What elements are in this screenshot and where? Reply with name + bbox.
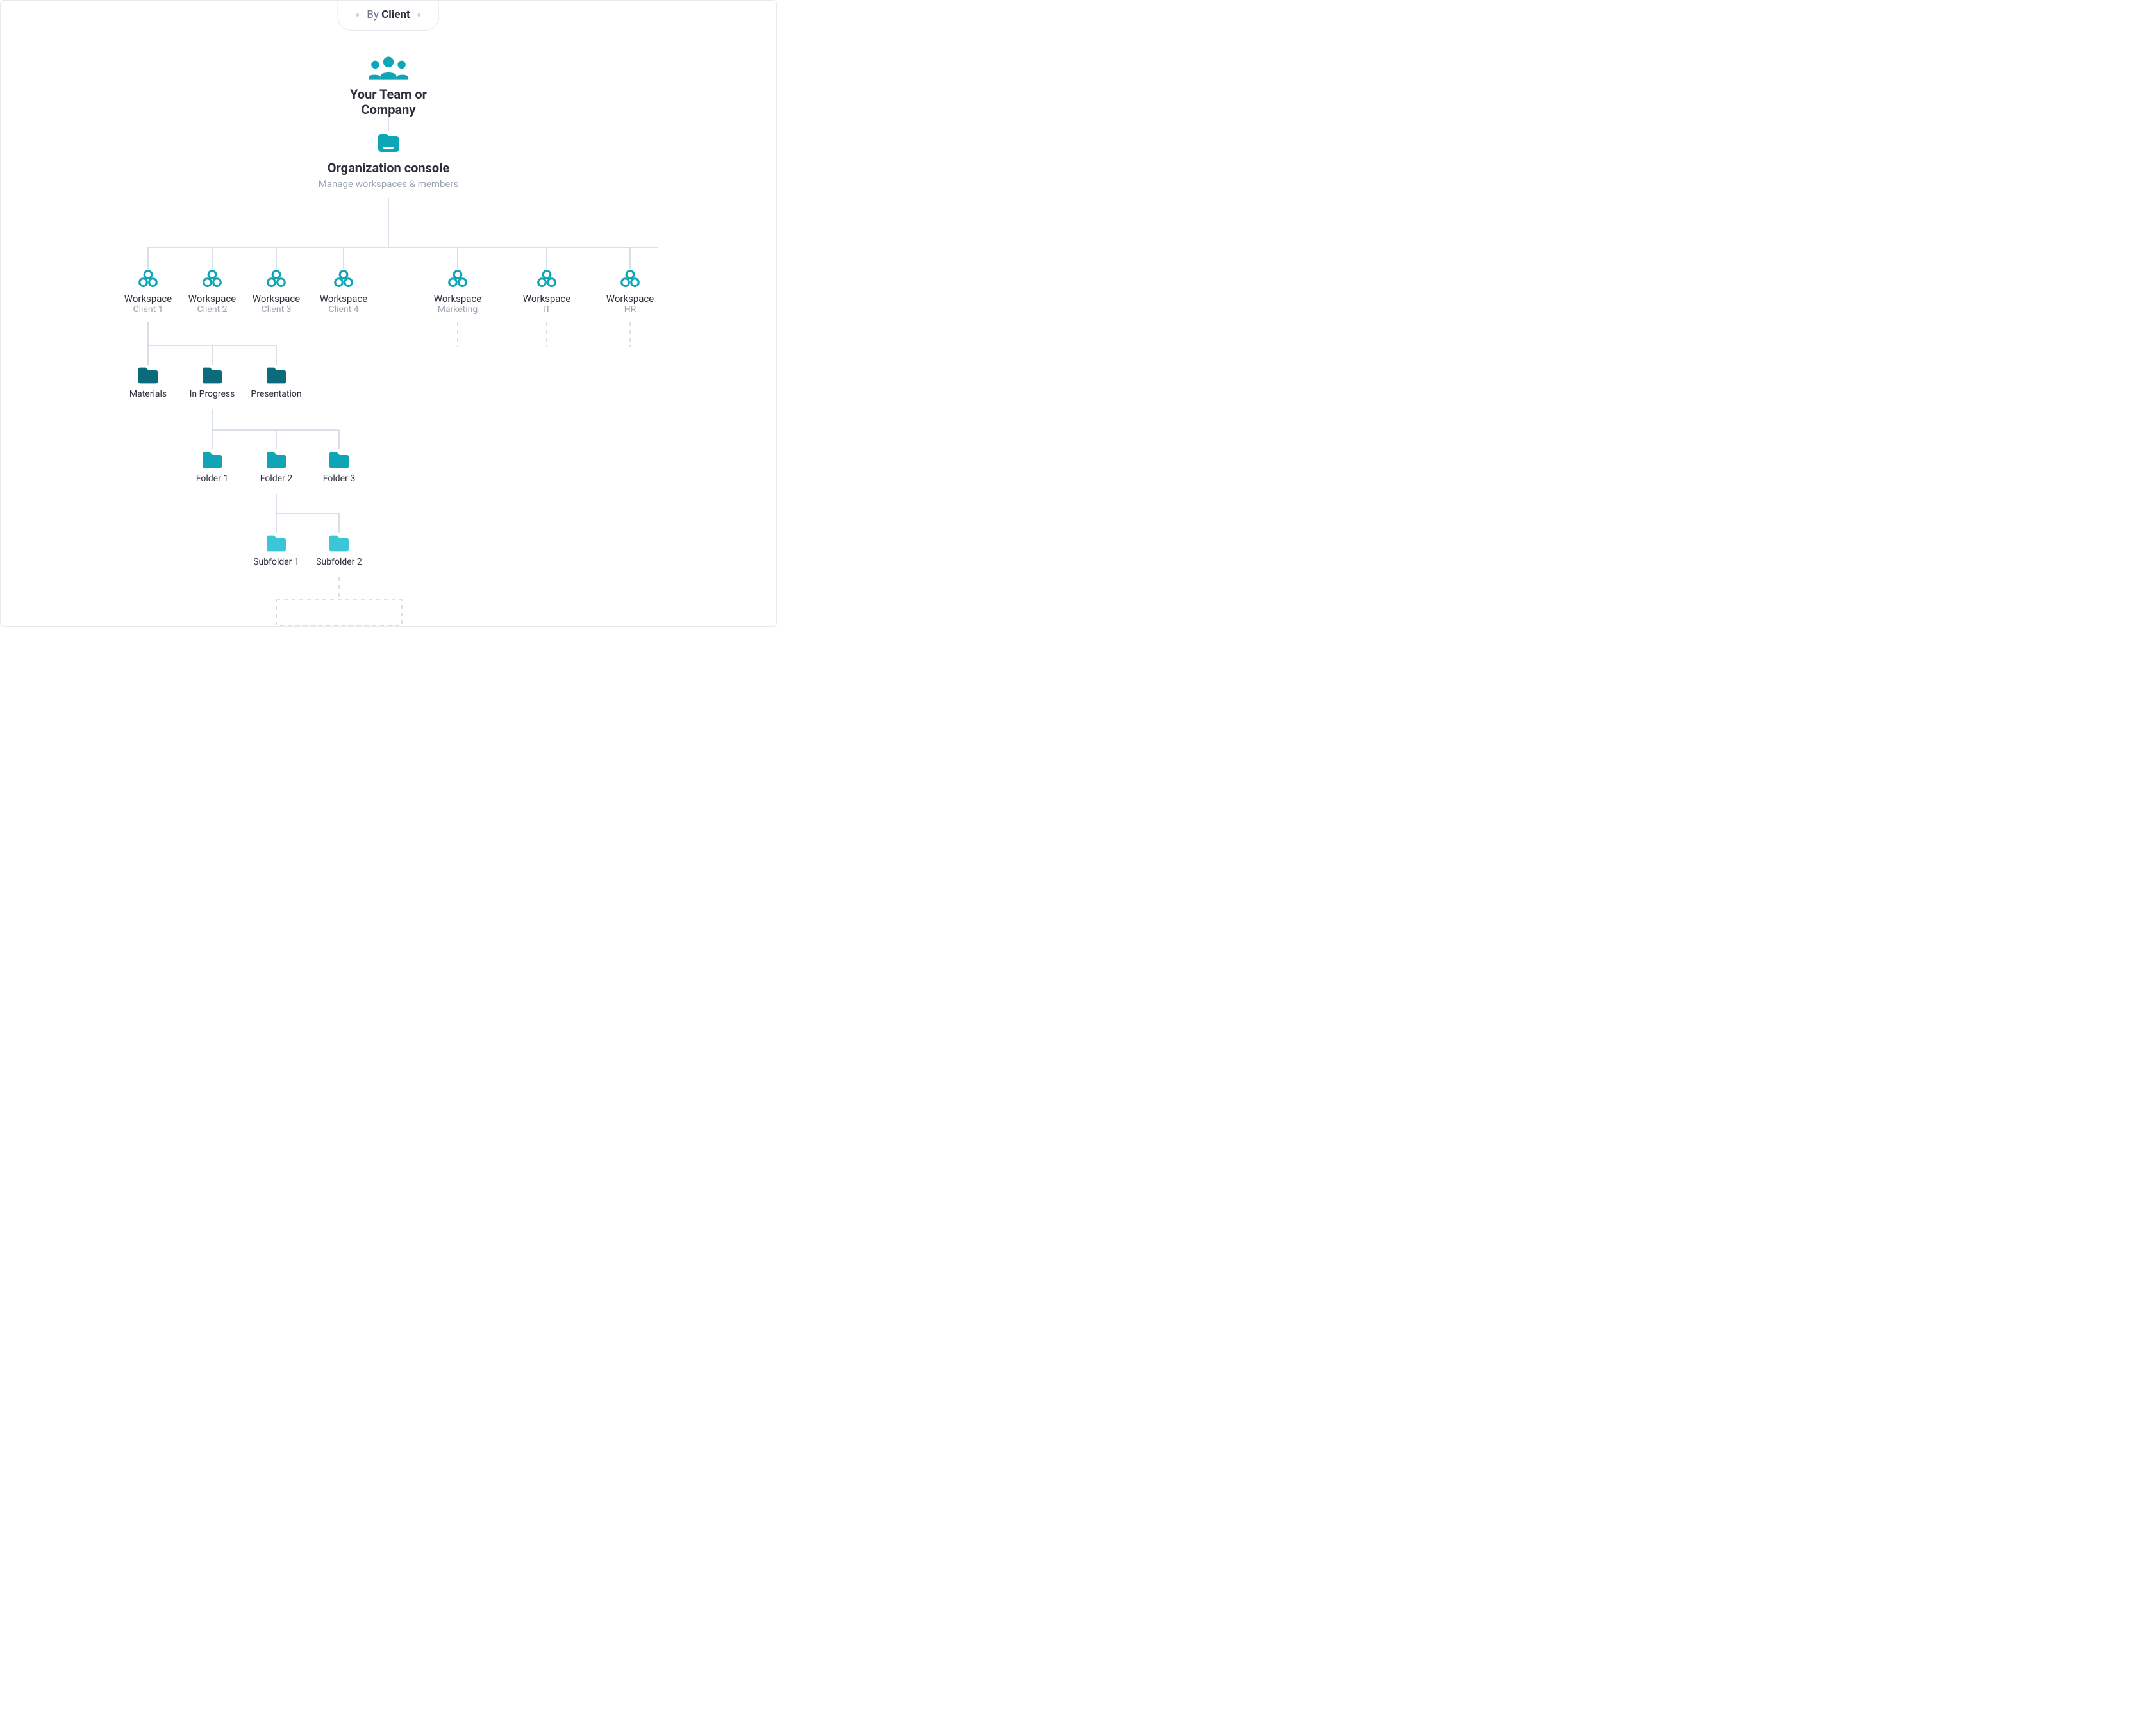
folder-title: Presentation xyxy=(251,389,301,399)
workspace-client4: Workspace Client 4 xyxy=(313,270,374,315)
diagram-canvas: .l{stroke:#cfd7e2;stroke-width:1.6;fill:… xyxy=(0,0,777,627)
console-icon xyxy=(376,131,401,154)
org-root-title: Your Team or Company xyxy=(324,87,453,117)
folder-title: Folder 3 xyxy=(323,474,355,484)
workspace-title: Workspace xyxy=(523,293,570,304)
dot-icon xyxy=(418,13,421,17)
org-console-sub: Manage workspaces & members xyxy=(319,178,458,190)
team-icon xyxy=(367,56,410,80)
workspace-icon xyxy=(138,270,158,288)
tab-label: By Client xyxy=(367,8,410,21)
folder-title: In Progress xyxy=(190,389,235,399)
workspace-title: Workspace xyxy=(606,293,654,304)
workspace-title: Workspace xyxy=(188,293,236,304)
folder-icon xyxy=(201,366,224,385)
folder-folder3: Folder 3 xyxy=(310,451,368,484)
workspace-title: Workspace xyxy=(253,293,300,304)
workspace-client1: Workspace Client 1 xyxy=(117,270,179,315)
dot-icon xyxy=(356,13,359,17)
workspace-icon xyxy=(448,270,467,288)
folder-title: Subfolder 2 xyxy=(316,557,362,567)
workspace-icon xyxy=(203,270,222,288)
workspace-client2: Workspace Client 2 xyxy=(181,270,243,315)
folder-icon xyxy=(328,451,351,470)
workspace-hr: Workspace HR xyxy=(599,270,661,315)
workspace-sub: Client 3 xyxy=(262,304,292,315)
folder-presentation: Presentation xyxy=(244,366,308,399)
workspace-icon xyxy=(334,270,353,288)
workspace-title: Workspace xyxy=(124,293,172,304)
folder-title: Subfolder 1 xyxy=(253,557,299,567)
workspace-icon xyxy=(537,270,556,288)
workspace-sub: Marketing xyxy=(438,304,478,315)
org-root: Your Team or Company xyxy=(324,56,453,117)
folder-title: Folder 2 xyxy=(260,474,292,484)
folder-icon xyxy=(328,534,351,553)
folder-icon xyxy=(265,534,288,553)
workspace-sub: Client 4 xyxy=(329,304,359,315)
org-console: Organization console Manage workspaces &… xyxy=(292,131,485,190)
folder-materials: Materials xyxy=(119,366,177,399)
folder-title: Folder 1 xyxy=(196,474,228,484)
workspace-sub: HR xyxy=(624,304,636,315)
folder-icon xyxy=(137,366,160,385)
folder-subfolder1: Subfolder 1 xyxy=(246,534,306,567)
org-console-title: Organization console xyxy=(328,160,450,176)
workspace-client3: Workspace Client 3 xyxy=(245,270,307,315)
folder-folder1: Folder 1 xyxy=(183,451,241,484)
folder-icon xyxy=(201,451,224,470)
folder-icon xyxy=(265,451,288,470)
folder-icon xyxy=(265,366,288,385)
workspace-icon xyxy=(620,270,640,288)
workspace-sub: Client 1 xyxy=(133,304,163,315)
workspace-icon xyxy=(267,270,286,288)
folder-folder2: Folder 2 xyxy=(247,451,305,484)
folder-title: Materials xyxy=(129,389,167,399)
workspace-sub: Client 2 xyxy=(197,304,228,315)
workspace-sub: IT xyxy=(543,304,551,315)
folder-subfolder2: Subfolder 2 xyxy=(309,534,369,567)
folder-in-progress: In Progress xyxy=(183,366,241,399)
workspace-it: Workspace IT xyxy=(516,270,578,315)
view-tab-by-client[interactable]: By Client xyxy=(337,1,439,31)
workspace-marketing: Workspace Marketing xyxy=(427,270,488,315)
workspace-title: Workspace xyxy=(434,293,481,304)
workspace-title: Workspace xyxy=(320,293,367,304)
